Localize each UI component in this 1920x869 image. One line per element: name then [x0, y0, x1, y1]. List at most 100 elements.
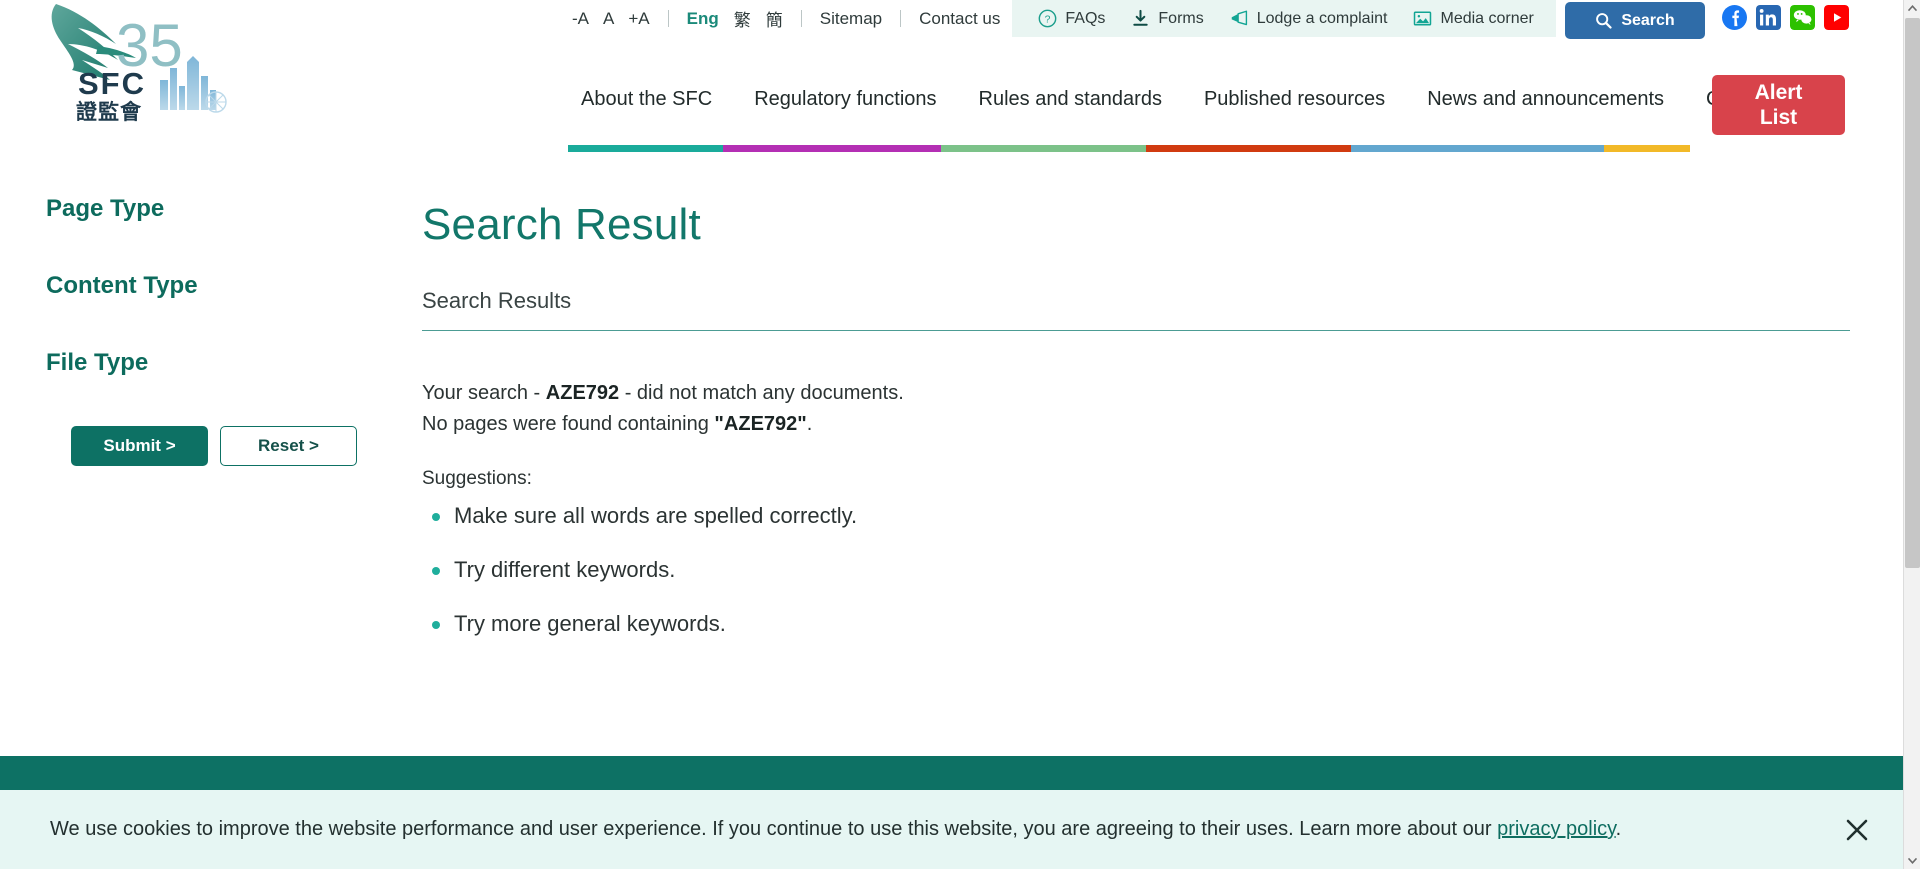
no-pages-prefix: No pages were found containing	[422, 413, 715, 435]
svg-text:?: ?	[1045, 15, 1051, 26]
suggestion-text: Make sure all words are spelled correctl…	[454, 503, 858, 528]
search-button[interactable]: Search	[1565, 2, 1705, 39]
media-corner-link[interactable]: Media corner	[1413, 9, 1534, 28]
no-pages-suffix: .	[806, 413, 813, 435]
scroll-up-arrow[interactable]	[1904, 0, 1920, 17]
decrease-font-button[interactable]: -A	[572, 10, 589, 27]
search-results-label: Search Results	[422, 288, 1850, 331]
nav-item-news-and-announcements[interactable]: News and announcements	[1406, 86, 1685, 112]
alert-list-button[interactable]: Alert List	[1712, 75, 1845, 135]
faqs-link[interactable]: ? FAQs	[1038, 9, 1105, 28]
main-content: Search Result Search Results Your search…	[422, 200, 1850, 664]
contact-us-link[interactable]: Contact us	[919, 9, 1000, 29]
language-switcher: Eng 繁 簡	[687, 6, 783, 31]
reset-button[interactable]: Reset >	[220, 426, 357, 466]
media-corner-label: Media corner	[1440, 9, 1534, 27]
megaphone-icon	[1231, 10, 1247, 26]
question-circle-icon: ?	[1038, 9, 1057, 28]
search-button-label: Search	[1621, 11, 1675, 29]
submit-button[interactable]: Submit >	[71, 426, 208, 466]
main-navigation: About the SFC Regulatory functions Rules…	[560, 86, 1788, 112]
image-icon	[1414, 11, 1432, 26]
social-links	[1722, 5, 1849, 30]
cookie-banner: We use cookies to improve the website pe…	[0, 790, 1920, 869]
language-traditional-chinese[interactable]: 繁	[734, 6, 751, 31]
language-simplified-chinese[interactable]: 簡	[766, 6, 783, 31]
facebook-icon[interactable]	[1722, 5, 1747, 30]
nav-strip-regulatory	[723, 145, 941, 152]
cookie-close-button[interactable]	[1840, 813, 1874, 847]
no-match-prefix: Your search -	[422, 382, 546, 404]
faqs-label: FAQs	[1065, 9, 1106, 27]
nav-strip-career	[1604, 145, 1690, 152]
alert-list-label-line2: List	[1759, 106, 1798, 129]
scroll-thumb[interactable]	[1905, 18, 1920, 568]
alert-list-label-line1: Alert	[1754, 81, 1803, 104]
nav-item-about-the-sfc[interactable]: About the SFC	[560, 86, 733, 112]
youtube-icon[interactable]	[1824, 5, 1849, 30]
divider	[800, 10, 802, 27]
no-match-line: Your search - AZE792 - did not match any…	[422, 378, 1850, 409]
privacy-policy-link[interactable]: privacy policy	[1497, 818, 1616, 840]
divider	[900, 10, 902, 27]
chevron-down-icon	[1908, 857, 1917, 864]
suggestions-list: Make sure all words are spelled correctl…	[422, 502, 1850, 638]
sfc-logo[interactable]: 35 SFC 證監會	[38, 2, 248, 127]
normal-font-button[interactable]: A	[603, 10, 614, 27]
bullet-icon	[432, 567, 440, 575]
query-term: AZE792	[545, 382, 620, 404]
page-root: -A A +A Eng 繁 簡 Sitemap Contact us ? FAQ…	[0, 0, 1920, 869]
nav-strip-news	[1351, 145, 1604, 152]
bullet-icon	[432, 621, 440, 629]
page-title: Search Result	[422, 200, 701, 249]
language-eng[interactable]: Eng	[687, 9, 719, 29]
forms-label: Forms	[1158, 9, 1204, 27]
nav-item-published-resources[interactable]: Published resources	[1183, 86, 1406, 112]
quick-links-strip: ? FAQs Forms Lodge a complaint Media cor…	[1012, 0, 1556, 37]
linkedin-icon[interactable]	[1756, 5, 1781, 30]
facet-page-type[interactable]: Page Type	[46, 195, 376, 223]
bullet-icon	[432, 513, 440, 521]
nav-item-rules-and-standards[interactable]: Rules and standards	[958, 86, 1183, 112]
suggestion-text: Try different keywords.	[454, 557, 676, 582]
no-pages-line: No pages were found containing "AZE792".	[422, 409, 1850, 440]
no-match-suffix: - did not match any documents.	[619, 382, 904, 404]
list-item: Try more general keywords.	[422, 610, 1850, 638]
download-icon	[1133, 9, 1149, 26]
nav-item-regulatory-functions[interactable]: Regulatory functions	[733, 86, 957, 112]
nav-color-strip	[568, 145, 1690, 152]
page-scrollbar[interactable]	[1903, 0, 1920, 869]
search-icon	[1596, 13, 1612, 29]
list-item: Try different keywords.	[422, 556, 1850, 584]
suggestion-text: Try more general keywords.	[454, 611, 726, 636]
close-icon	[1846, 819, 1868, 840]
cookie-tail: .	[1615, 818, 1622, 840]
no-results-message: Your search - AZE792 - did not match any…	[422, 378, 1850, 638]
nav-strip-rules	[941, 145, 1146, 152]
chevron-up-icon	[1908, 5, 1917, 12]
lodge-complaint-link[interactable]: Lodge a complaint	[1230, 9, 1388, 28]
sitemap-link[interactable]: Sitemap	[820, 9, 882, 29]
divider	[667, 10, 669, 27]
nav-strip-published	[1146, 145, 1351, 152]
font-size-controls: -A A +A	[572, 10, 650, 27]
forms-link[interactable]: Forms	[1131, 9, 1204, 28]
cookie-text: We use cookies to improve the website pe…	[50, 818, 1621, 841]
sfc-logo-icon: 35 SFC 證監會	[51, 4, 227, 124]
lodge-complaint-label: Lodge a complaint	[1256, 9, 1388, 27]
utility-bar: -A A +A Eng 繁 簡 Sitemap Contact us ? FAQ…	[0, 0, 1920, 39]
increase-font-button[interactable]: +A	[628, 10, 649, 27]
scroll-down-arrow[interactable]	[1904, 852, 1920, 869]
wechat-icon[interactable]	[1790, 5, 1815, 30]
svg-text:SFC: SFC	[78, 66, 146, 101]
facet-content-type[interactable]: Content Type	[46, 272, 376, 300]
nav-strip-about	[568, 145, 723, 152]
list-item: Make sure all words are spelled correctl…	[422, 502, 1850, 530]
svg-text:證監會: 證監會	[76, 100, 142, 124]
no-pages-query: "AZE792"	[714, 413, 807, 435]
cookie-message: We use cookies to improve the website pe…	[50, 818, 1498, 840]
suggestions-heading: Suggestions:	[422, 468, 532, 489]
filter-sidebar: Page Type Content Type File Type Submit …	[46, 195, 376, 466]
facet-file-type[interactable]: File Type	[46, 349, 376, 377]
facet-actions: Submit > Reset >	[71, 426, 376, 466]
